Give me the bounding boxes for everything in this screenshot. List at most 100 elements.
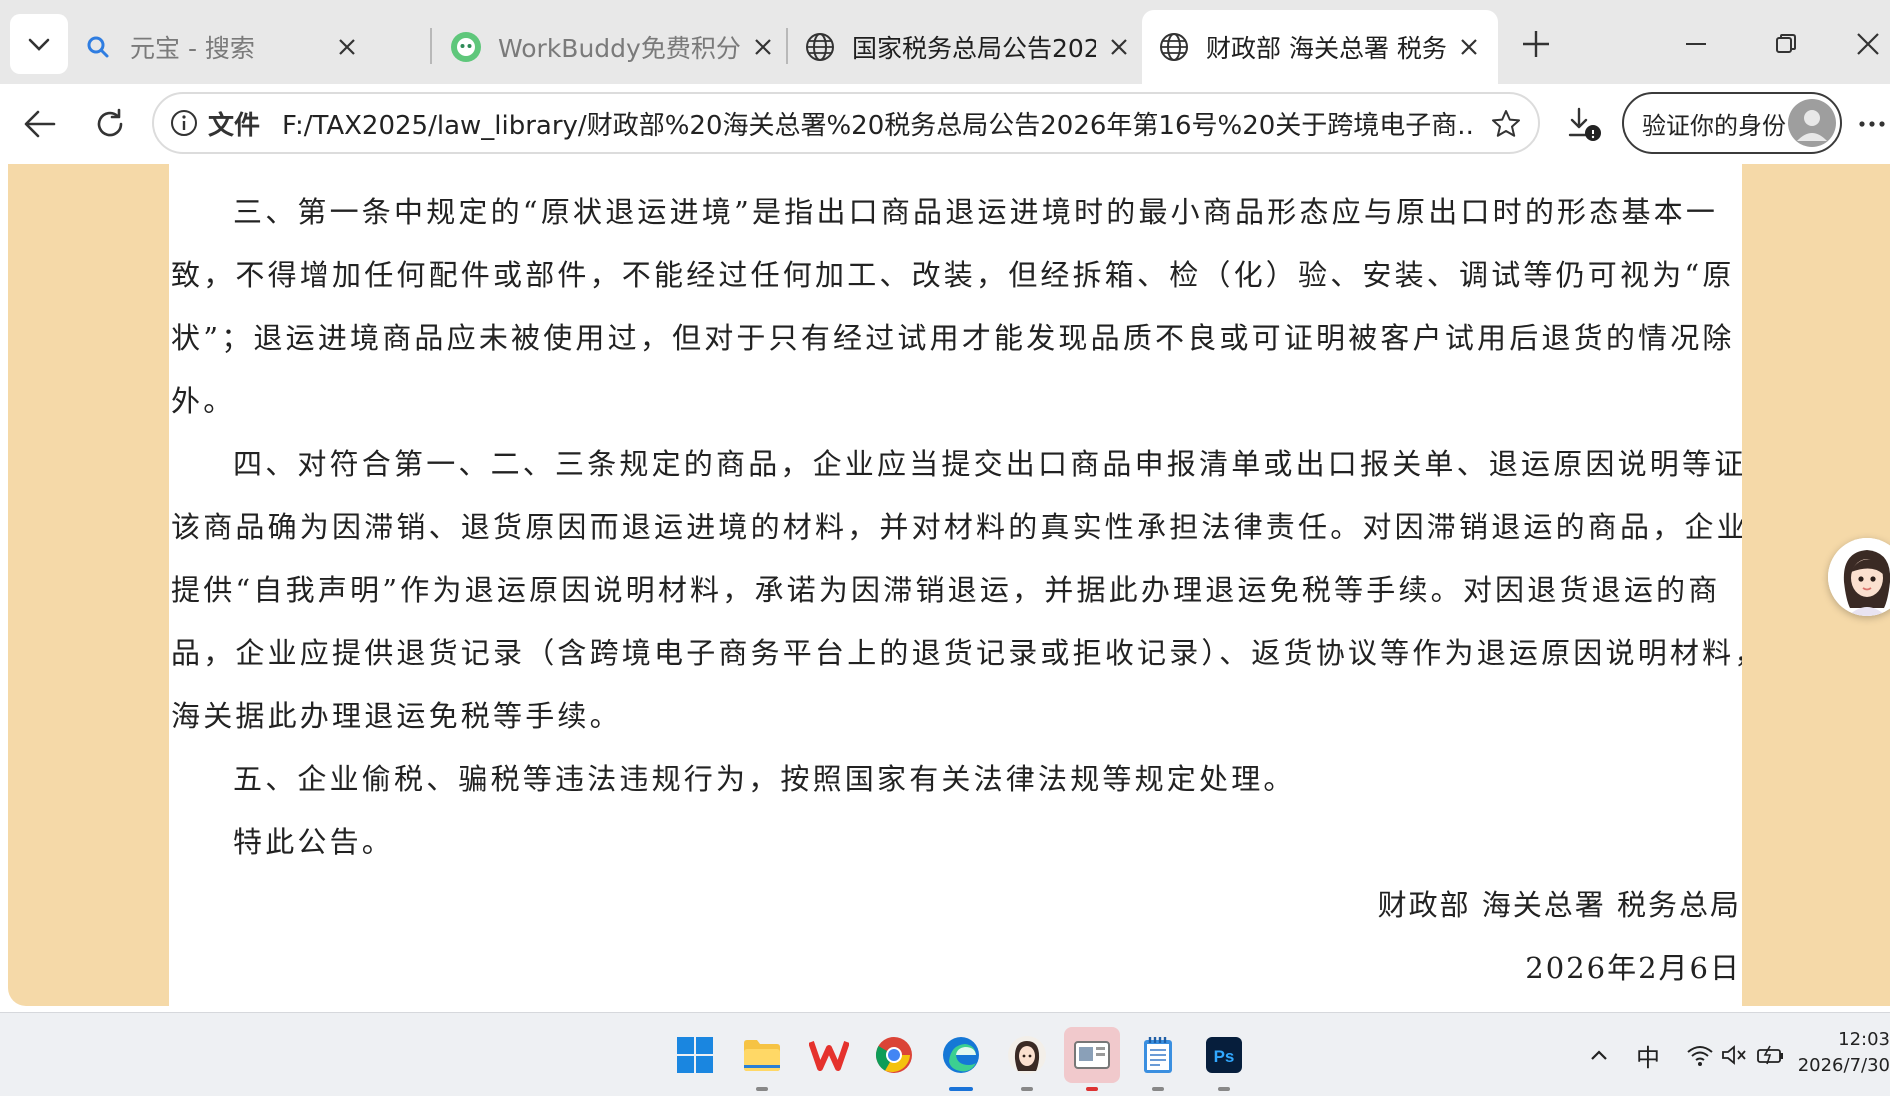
active-indicator xyxy=(949,1087,973,1091)
taskbar-wps[interactable] xyxy=(801,1027,857,1083)
chrome-icon xyxy=(875,1037,912,1073)
minimize-button[interactable] xyxy=(1666,16,1726,72)
doc-line: 品，企业应提供退货记录（含跨境电子商务平台上的退货记录或拒收记录）、返货协议等作… xyxy=(171,636,1742,670)
close-icon[interactable] xyxy=(332,32,362,62)
running-indicator xyxy=(1086,1087,1098,1091)
tab-yuanbao-search[interactable]: 元宝 - 搜索 xyxy=(80,10,362,84)
search-icon xyxy=(80,29,116,65)
tab-title: WorkBuddy免费积分获 xyxy=(498,34,740,63)
user-icon xyxy=(1797,110,1827,141)
svg-text:Ps: Ps xyxy=(1214,1047,1235,1066)
close-window-button[interactable] xyxy=(1846,16,1890,72)
doc-line: 外。 xyxy=(171,384,236,418)
globe-icon xyxy=(802,29,838,65)
taskbar-edge[interactable] xyxy=(933,1027,989,1091)
windows-taskbar: Ps 中 12:03 2026/7/30 xyxy=(0,1012,1890,1096)
tray-overflow-button[interactable] xyxy=(1588,1037,1610,1073)
url-text[interactable]: F:/TAX2025/law_library/财政部%20海关总署%20税务总局… xyxy=(282,105,1472,142)
downloads-button[interactable] xyxy=(1554,94,1614,154)
globe-icon xyxy=(1156,29,1192,65)
notepad-icon xyxy=(1144,1037,1172,1073)
tab-title: 元宝 - 搜索 xyxy=(130,34,255,63)
taskbar-chrome[interactable] xyxy=(866,1027,922,1083)
clock-time: 12:03 xyxy=(1838,1029,1890,1050)
document-body: 税手续。 三、第一条中规定的“原状退运进境”是指出口商品退运进境时的最小商品形态… xyxy=(171,164,1742,1000)
profile-avatar xyxy=(1788,99,1836,147)
tab-separator xyxy=(430,28,432,64)
info-icon[interactable] xyxy=(168,107,200,139)
ime-indicator[interactable]: 中 xyxy=(1636,1037,1660,1073)
address-bar[interactable]: 文件 F:/TAX2025/law_library/财政部%20海关总署%20税… xyxy=(152,92,1540,154)
wps-office-icon xyxy=(809,1041,849,1071)
verify-identity-label: 验证你的身份 xyxy=(1642,111,1786,140)
back-button[interactable] xyxy=(10,94,70,154)
restore-button[interactable] xyxy=(1756,16,1816,72)
tab-mof-customs-notice[interactable]: 财政部 海关总署 税务总 xyxy=(1142,10,1498,84)
volume-status[interactable] xyxy=(1720,1037,1748,1073)
reload-button[interactable] xyxy=(80,94,140,154)
running-indicator xyxy=(1152,1087,1164,1091)
tab-actions-menu-button[interactable] xyxy=(10,14,68,74)
more-dots-icon xyxy=(1859,121,1885,127)
media-player-icon xyxy=(1074,1041,1110,1069)
assistant-avatar-icon xyxy=(1008,1036,1046,1074)
doc-line: 致，不得增加任何配件或部件，不能经过任何加工、改装，但经拆箱、检（化）验、安装、… xyxy=(171,258,1735,292)
doc-date: 2026年2月6日 xyxy=(1525,951,1741,985)
wifi-status[interactable] xyxy=(1686,1037,1714,1073)
doc-line: 提供“自我声明”作为退运原因说明材料，承诺为因滞销退运，并据此办理退运免税等手续… xyxy=(171,573,1721,607)
page-margin-background: 税手续。 三、第一条中规定的“原状退运进境”是指出口商品退运进境时的最小商品形态… xyxy=(8,164,1890,1006)
plus-icon xyxy=(1523,31,1549,57)
doc-closing-line: 特此公告。 xyxy=(233,825,395,859)
ime-label: 中 xyxy=(1636,1043,1660,1072)
battery-charging-icon xyxy=(1757,1045,1783,1065)
edge-icon xyxy=(943,1037,979,1073)
doc-line: 状”；退运进境商品应未被使用过，但对于只有经过试用才能发现品质不良或可证明被客户… xyxy=(171,321,1735,355)
taskbar-photoshop[interactable]: Ps xyxy=(1196,1027,1252,1091)
doc-line: 海关据此办理退运免税等手续。 xyxy=(171,699,622,733)
taskbar-file-explorer[interactable] xyxy=(734,1027,790,1091)
start-button[interactable] xyxy=(667,1027,723,1083)
close-icon[interactable] xyxy=(1454,32,1484,62)
doc-signatories: 财政部 海关总署 税务总局 xyxy=(1377,888,1741,922)
wifi-icon xyxy=(1687,1046,1713,1066)
taskbar-assistant[interactable] xyxy=(999,1027,1055,1091)
doc-line: 税手续。 xyxy=(171,164,1742,181)
doc-paragraph-3-line: 三、第一条中规定的“原状退运进境”是指出口商品退运进境时的最小商品形态应与原出口… xyxy=(233,195,1719,229)
tab-strip: 元宝 - 搜索 WorkBuddy免费积分获 国家税务总局公告2026 财政部 … xyxy=(0,0,1890,84)
new-tab-button[interactable] xyxy=(1506,16,1566,72)
windows-start-icon xyxy=(677,1037,713,1073)
close-icon[interactable] xyxy=(1104,32,1134,62)
screen: 元宝 - 搜索 WorkBuddy免费积分获 国家税务总局公告2026 财政部 … xyxy=(0,0,1890,1096)
battery-status[interactable] xyxy=(1756,1037,1786,1073)
tab-tax-bureau-notice[interactable]: 国家税务总局公告2026 xyxy=(802,10,1134,84)
restore-icon xyxy=(1776,34,1796,53)
doc-paragraph-5-line: 五、企业偷税、骗税等违法违规行为，按照国家有关法律法规等规定处理。 xyxy=(233,762,1296,796)
volume-muted-icon xyxy=(1722,1045,1746,1065)
chevron-up-icon xyxy=(1591,1050,1607,1060)
clock-date: 2026/7/30 xyxy=(1797,1055,1890,1076)
refresh-icon xyxy=(97,108,123,137)
page-viewport[interactable]: 税手续。 三、第一条中规定的“原状退运进境”是指出口商品退运进境时的最小商品形态… xyxy=(0,164,1890,1012)
settings-more-button[interactable] xyxy=(1854,94,1890,154)
file-scheme-label: 文件 xyxy=(208,110,261,141)
doc-paragraph-4-line: 四、对符合第一、二、三条规定的商品，企业应当提交出口商品申报清单或出口报关单、退… xyxy=(233,447,1742,481)
workbuddy-icon xyxy=(448,29,484,65)
minimize-icon xyxy=(1686,43,1706,45)
taskbar-notepad[interactable] xyxy=(1130,1027,1186,1091)
chevron-down-icon xyxy=(28,38,50,51)
running-indicator xyxy=(1218,1087,1230,1091)
tab-workbuddy[interactable]: WorkBuddy免费积分获 xyxy=(448,10,778,84)
verify-identity-button[interactable]: 验证你的身份 xyxy=(1622,92,1842,154)
running-indicator xyxy=(1021,1087,1033,1091)
close-icon xyxy=(1857,33,1879,55)
file-explorer-icon xyxy=(744,1040,780,1071)
system-clock[interactable]: 12:03 2026/7/30 xyxy=(1786,1027,1890,1079)
browser-toolbar: 文件 F:/TAX2025/law_library/财政部%20海关总署%20税… xyxy=(0,84,1890,164)
download-icon xyxy=(1568,107,1601,141)
tab-title: 财政部 海关总署 税务总 xyxy=(1206,34,1446,63)
arrow-left-icon xyxy=(24,110,56,138)
star-icon[interactable] xyxy=(1488,106,1524,142)
taskbar-media-player[interactable] xyxy=(1064,1027,1120,1091)
tab-title: 国家税务总局公告2026 xyxy=(852,34,1096,63)
close-icon[interactable] xyxy=(748,32,778,62)
